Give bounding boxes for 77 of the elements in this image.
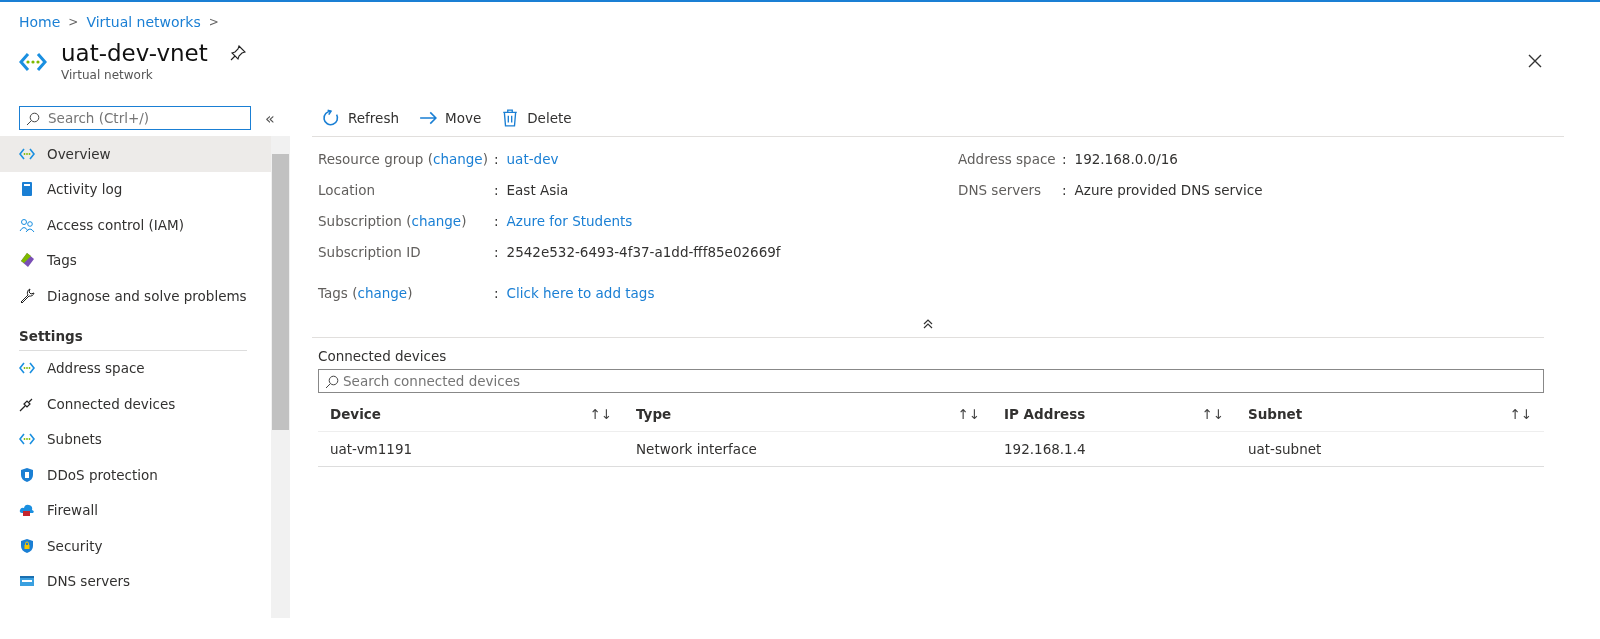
network-icon [19, 52, 47, 72]
search-field[interactable]: Search connected devices [318, 369, 1544, 393]
separator: : [494, 285, 499, 301]
close-icon[interactable] [1528, 54, 1542, 68]
nav-item[interactable]: Subnets [0, 421, 271, 457]
separator: : [494, 212, 499, 229]
table-cell: uat-vm1191 [330, 441, 413, 457]
sort-button[interactable]: ↑↓ [957, 406, 980, 422]
sort-button[interactable]: ↑↓ [589, 406, 612, 422]
change-link[interactable]: change [357, 285, 408, 301]
column-header[interactable]: Subnet [1248, 406, 1303, 422]
field-value: 2542e532-6493-4f37-a1dd-fff85e02669f [506, 243, 781, 260]
nav-item[interactable]: Overview [0, 136, 271, 172]
field-value: 192.168.0.0/16 [1074, 150, 1178, 167]
wrench-icon [19, 287, 35, 304]
tag-icon [19, 252, 35, 269]
toolbar-button[interactable]: Move [417, 107, 484, 129]
separator: : [1062, 150, 1067, 167]
change-link[interactable]: change [411, 212, 462, 229]
search-field[interactable]: Search (Ctrl+/) [19, 106, 251, 130]
nav-item[interactable]: Tags [0, 242, 271, 278]
value-link[interactable]: Azure for Students [506, 212, 633, 229]
separator: : [494, 150, 499, 167]
nav-item[interactable]: DDoS protection [0, 457, 271, 493]
table-cell: Network interface [636, 441, 757, 457]
toolbar-button[interactable]: Refresh [320, 107, 401, 129]
nav-item[interactable]: Connected devices [0, 386, 271, 422]
section-title: Connected devices [318, 348, 448, 364]
change-link[interactable]: change [433, 150, 483, 167]
value-link[interactable]: Click here to add tags [506, 285, 655, 301]
collapse-icon[interactable] [923, 319, 933, 329]
separator: : [1062, 181, 1067, 198]
nav-item[interactable]: Address space [0, 350, 271, 386]
field-label: Resource group (change) [318, 150, 489, 167]
breadcrumb-separator: > [68, 15, 79, 29]
cloud-icon [19, 502, 35, 519]
arrow-icon [419, 109, 437, 127]
field-label: Subscription (change) [318, 212, 468, 229]
trash-icon [501, 109, 520, 127]
page-subtitle: Virtual network [61, 68, 154, 82]
nav-item[interactable]: Diagnose and solve problems [0, 278, 271, 314]
lock-shield-icon [19, 537, 35, 554]
separator: : [494, 243, 499, 260]
scrollbar[interactable] [271, 136, 290, 618]
refresh-icon [322, 109, 340, 127]
page-title: uat-dev-vnet [61, 40, 208, 66]
toolbar-button[interactable]: Delete [499, 107, 574, 129]
field-label: Location [318, 181, 377, 198]
pin-icon[interactable] [229, 45, 246, 61]
breadcrumb-separator: > [208, 15, 219, 29]
shield-icon [19, 466, 35, 483]
breadcrumb-link[interactable]: Virtual networks [86, 14, 201, 30]
log-icon [19, 181, 35, 198]
field-value: Azure provided DNS service [1074, 181, 1263, 198]
section-heading: Settings [19, 313, 247, 351]
breadcrumb-link[interactable]: Home [19, 14, 61, 30]
field-value: East Asia [506, 181, 569, 198]
nav-item[interactable]: DNS servers [0, 563, 271, 599]
field-label: Address space [958, 150, 1057, 167]
people-icon [19, 216, 35, 233]
table-cell: 192.168.1.4 [1004, 441, 1086, 457]
column-header[interactable]: IP Address [1004, 406, 1086, 422]
nav-item[interactable]: Firewall [0, 492, 271, 528]
sort-button[interactable]: ↑↓ [1201, 406, 1224, 422]
collapse-button[interactable]: « [265, 108, 275, 128]
column-header[interactable]: Device [330, 406, 381, 422]
column-header[interactable]: Type [636, 406, 672, 422]
nav-item[interactable]: Security [0, 528, 271, 564]
sort-button[interactable]: ↑↓ [1509, 406, 1532, 422]
value-link[interactable]: uat-dev [506, 150, 559, 167]
nav-item[interactable]: Access control (IAM) [0, 207, 271, 243]
field-label: DNS servers [958, 181, 1043, 198]
nav-item[interactable]: Activity log [0, 171, 271, 207]
table-cell: uat-subnet [1248, 441, 1322, 457]
field-label: Tags (change) [318, 285, 414, 301]
separator: : [494, 181, 499, 198]
field-label: Subscription ID [318, 243, 422, 260]
